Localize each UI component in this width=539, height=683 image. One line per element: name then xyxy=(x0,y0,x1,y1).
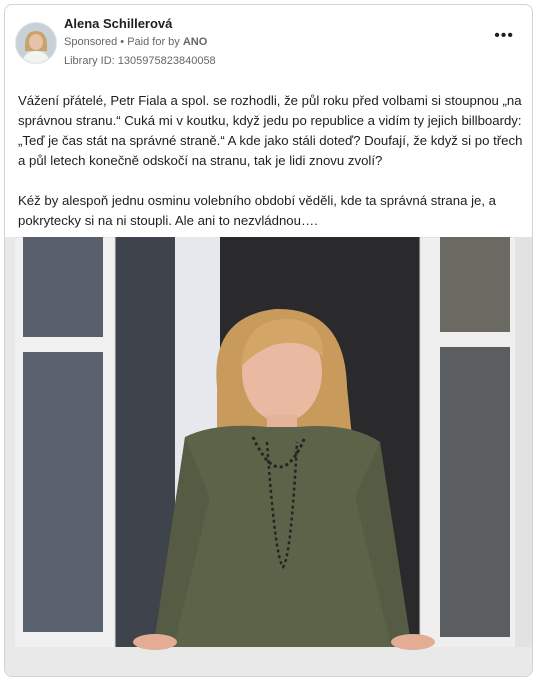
library-id: Library ID: 1305975823840058 xyxy=(64,55,216,67)
avatar-image xyxy=(16,23,56,63)
post-paragraph: Vážení přátelé, Petr Fiala a spol. se ro… xyxy=(18,93,523,168)
separator-dot: • xyxy=(120,36,125,48)
sponsored-line: Sponsored • Paid for by ANO xyxy=(64,36,207,48)
ad-card: Alena Schillerová Sponsored • Paid for b… xyxy=(4,4,533,677)
more-horizontal-icon[interactable]: ••• xyxy=(494,28,514,44)
post-body: Vážení přátelé, Petr Fiala a spol. se ro… xyxy=(18,91,523,231)
paid-for-label: Paid for by xyxy=(127,36,180,48)
post-photo[interactable] xyxy=(5,237,533,677)
avatar[interactable] xyxy=(15,22,57,64)
sponsored-label: Sponsored xyxy=(64,36,118,48)
post-paragraph: Kéž by alespoň jednu osminu volebního ob… xyxy=(18,193,496,228)
paid-for-by-name[interactable]: ANO xyxy=(183,36,207,48)
author-name[interactable]: Alena Schillerová xyxy=(64,16,172,31)
